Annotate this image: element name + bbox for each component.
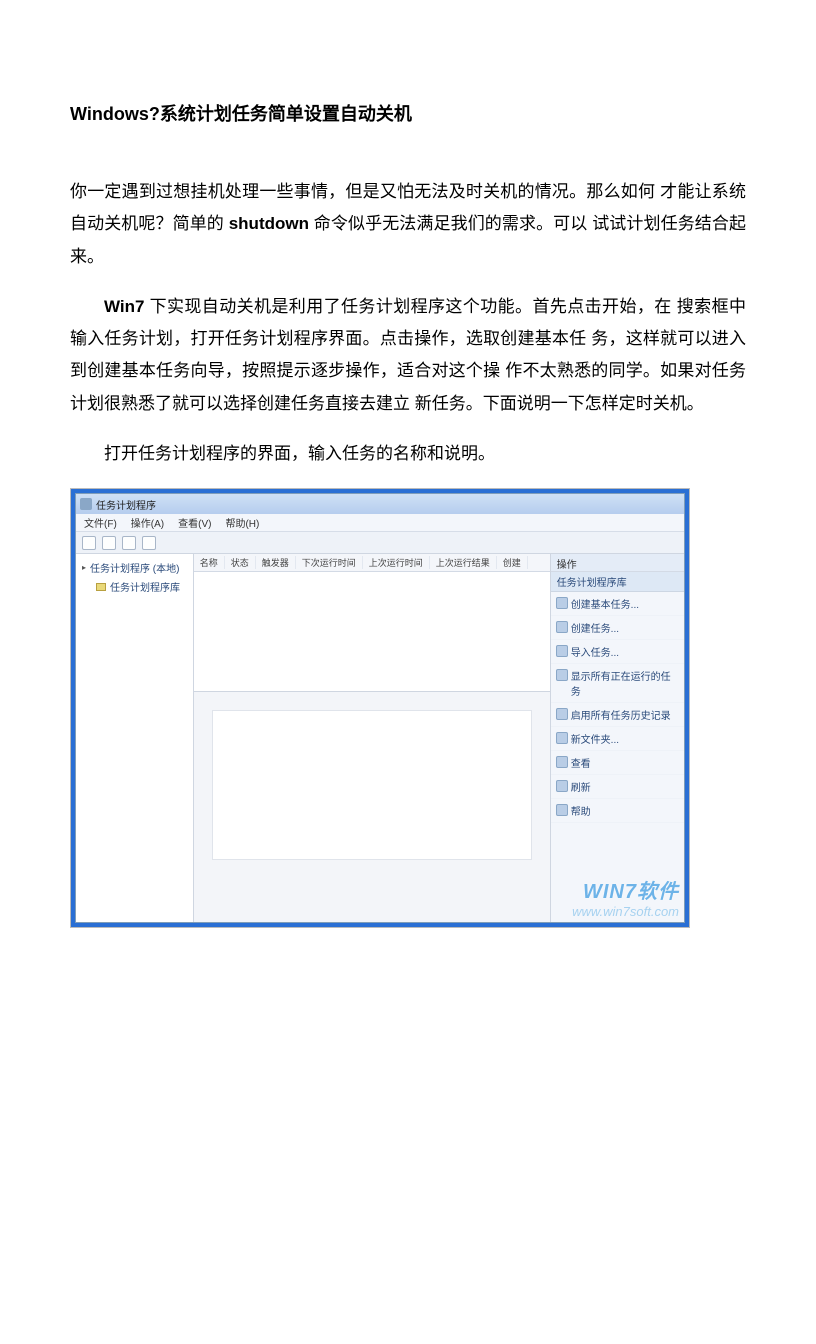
title-prefix: Windows? [70, 104, 160, 124]
actions-subheader: 任务计划程序库 [551, 572, 684, 592]
title-rest: 系统计划任务简单设置自动关机 [160, 104, 412, 124]
action-import-task[interactable]: 导入任务... [551, 640, 684, 664]
help-icon[interactable] [122, 536, 136, 550]
col-status[interactable]: 状态 [225, 556, 256, 569]
detail-panel [194, 692, 550, 922]
window-body: ▸ 任务计划程序 (本地) 任务计划程序库 名称 状态 触发器 下次运行时间 上 [76, 554, 684, 922]
menu-file[interactable]: 文件(F) [84, 515, 117, 530]
task-grid-body[interactable] [194, 572, 550, 692]
win7-keyword: Win7 [104, 297, 144, 316]
action-enable-history[interactable]: 启用所有任务历史记录 [551, 703, 684, 727]
actions-panel: 操作 任务计划程序库 创建基本任务... 创建任务... 导入任务... 显示所… [550, 554, 684, 922]
col-next-run[interactable]: 下次运行时间 [296, 556, 363, 569]
tree-root[interactable]: ▸ 任务计划程序 (本地) [82, 558, 187, 577]
document-page: Windows?系统计划任务简单设置自动关机 你一定遇到过想挂机处理一些事情，但… [0, 0, 816, 988]
action-create-basic-task[interactable]: 创建基本任务... [551, 592, 684, 616]
window-title: 任务计划程序 [96, 497, 156, 512]
center-panel: 名称 状态 触发器 下次运行时间 上次运行时间 上次运行结果 创建 [194, 554, 550, 922]
paragraph-2: Win7 下实现自动关机是利用了任务计划程序这个功能。首先点击开始，在 搜索框中… [70, 291, 746, 420]
forward-icon[interactable] [102, 536, 116, 550]
menu-view[interactable]: 查看(V) [178, 515, 211, 530]
tree-child[interactable]: 任务计划程序库 [82, 577, 187, 596]
article-title: Windows?系统计划任务简单设置自动关机 [70, 100, 746, 126]
action-view[interactable]: 查看 [551, 751, 684, 775]
action-create-task[interactable]: 创建任务... [551, 616, 684, 640]
menu-bar[interactable]: 文件(F) 操作(A) 查看(V) 帮助(H) [76, 514, 684, 532]
paragraph-3: 打开任务计划程序的界面，输入任务的名称和说明。 [70, 438, 746, 470]
col-trigger[interactable]: 触发器 [256, 556, 296, 569]
tree-panel[interactable]: ▸ 任务计划程序 (本地) 任务计划程序库 [76, 554, 194, 922]
toolbar [76, 532, 684, 554]
app-icon [80, 498, 92, 510]
watermark-line2: www.win7soft.com [572, 904, 679, 920]
col-last-run[interactable]: 上次运行时间 [363, 556, 430, 569]
app-window: 任务计划程序 文件(F) 操作(A) 查看(V) 帮助(H) ▸ 任务计划程序 … [75, 493, 685, 923]
refresh-icon[interactable] [142, 536, 156, 550]
paragraph-1: 你一定遇到过想挂机处理一些事情，但是又怕无法及时关机的情况。那么如何 才能让系统… [70, 176, 746, 273]
window-titlebar[interactable]: 任务计划程序 [76, 494, 684, 514]
action-help[interactable]: 帮助 [551, 799, 684, 823]
para2-rest: 下实现自动关机是利用了任务计划程序这个功能。首先点击开始，在 搜索框中输入任务计… [70, 297, 746, 413]
actions-header: 操作 [551, 554, 684, 572]
task-grid-header[interactable]: 名称 状态 触发器 下次运行时间 上次运行时间 上次运行结果 创建 [194, 554, 550, 572]
col-name[interactable]: 名称 [194, 556, 225, 569]
action-show-running[interactable]: 显示所有正在运行的任务 [551, 664, 684, 703]
col-author[interactable]: 创建 [497, 556, 528, 569]
detail-content [212, 710, 532, 860]
back-icon[interactable] [82, 536, 96, 550]
folder-icon [96, 583, 106, 591]
expand-icon[interactable]: ▸ [82, 563, 86, 572]
shutdown-keyword: shutdown [229, 214, 309, 233]
col-last-result[interactable]: 上次运行结果 [430, 556, 497, 569]
watermark-line1: WIN7软件 [572, 880, 679, 904]
tree-child-label: 任务计划程序库 [110, 579, 180, 594]
action-new-folder[interactable]: 新文件夹... [551, 727, 684, 751]
action-refresh[interactable]: 刷新 [551, 775, 684, 799]
watermark: WIN7软件 www.win7soft.com [572, 880, 679, 920]
tree-root-label: 任务计划程序 (本地) [90, 560, 179, 575]
menu-help[interactable]: 帮助(H) [225, 515, 259, 530]
task-scheduler-screenshot: 任务计划程序 文件(F) 操作(A) 查看(V) 帮助(H) ▸ 任务计划程序 … [70, 488, 690, 928]
menu-action[interactable]: 操作(A) [131, 515, 164, 530]
